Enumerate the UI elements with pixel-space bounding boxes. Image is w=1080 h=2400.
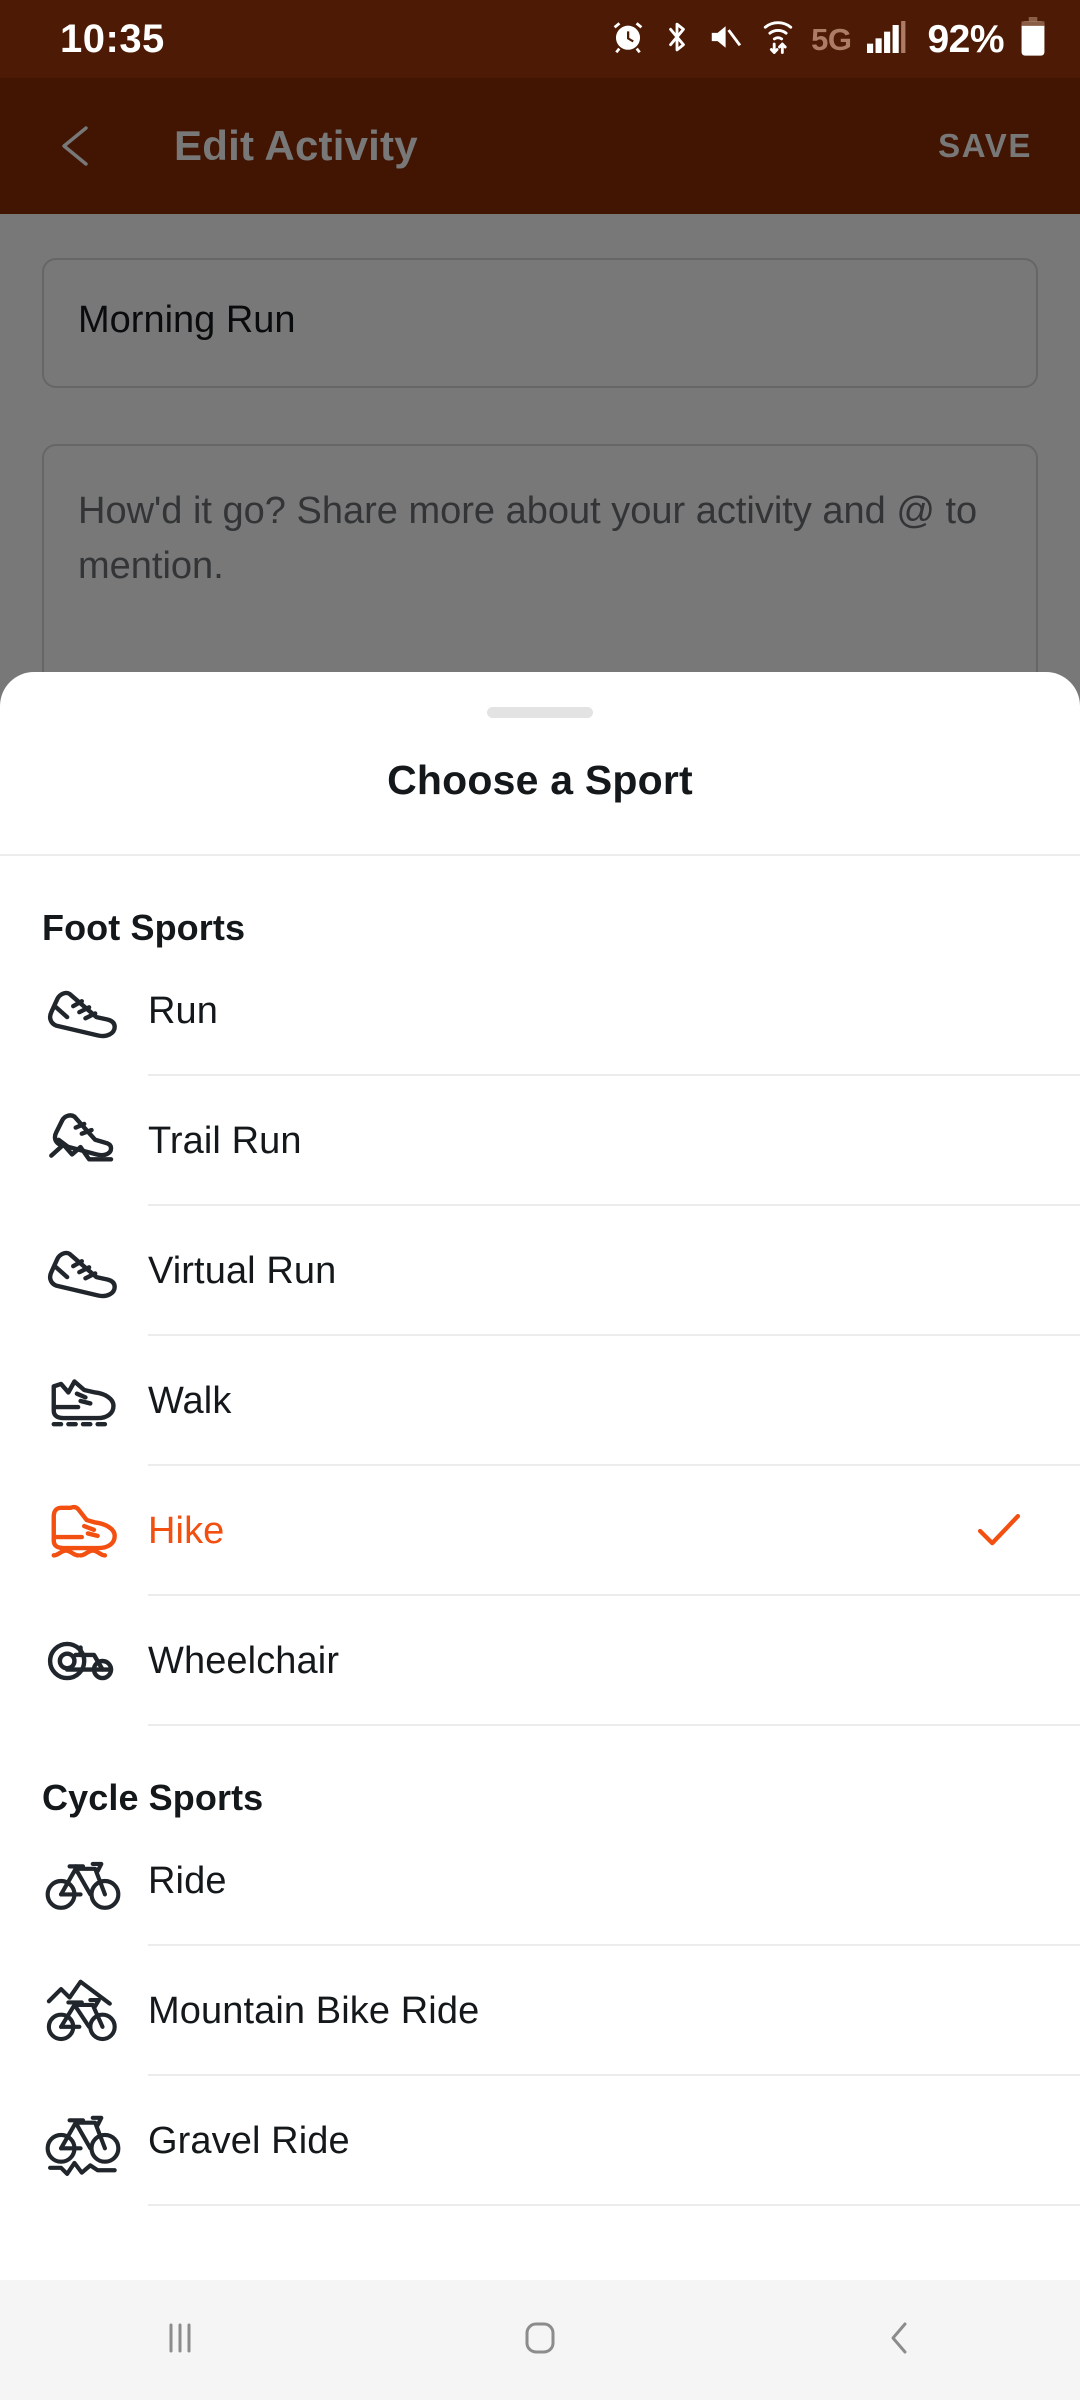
sport-item-hike[interactable]: Hike	[42, 1466, 1080, 1596]
status-bar: 10:35	[0, 0, 1080, 78]
gravel-bike-icon	[42, 2100, 124, 2182]
sport-label: Virtual Run	[148, 1250, 336, 1293]
back-button[interactable]	[720, 2280, 1080, 2400]
sport-item-trail-run[interactable]: Trail Run	[42, 1076, 1080, 1206]
status-icons: 5G 92%	[611, 17, 1046, 62]
sport-item-gravel-ride[interactable]: Gravel Ride	[42, 2076, 1080, 2206]
choose-sport-bottom-sheet: Choose a Sport Foot Sports Run	[0, 672, 1080, 2400]
mute-icon	[709, 20, 745, 59]
sport-label: Gravel Ride	[148, 2120, 350, 2163]
alarm-icon	[611, 20, 645, 59]
sport-item-wheelchair[interactable]: Wheelchair	[42, 1596, 1080, 1726]
trail-shoe-icon	[42, 1100, 124, 1182]
sport-item-mountain-bike-ride[interactable]: Mountain Bike Ride	[42, 1946, 1080, 2076]
battery-percent-label: 92%	[927, 20, 1004, 59]
running-shoe-icon	[42, 970, 124, 1052]
battery-icon	[1020, 17, 1046, 62]
sport-list-foot: Run Trail Run	[0, 946, 1080, 1726]
network-type-label: 5G	[811, 24, 851, 55]
drag-handle[interactable]	[487, 707, 593, 718]
sport-label: Wheelchair	[148, 1640, 339, 1683]
drag-handle-container	[0, 672, 1080, 732]
phone-screen: Edit Activity SAVE Morning Run How'd it …	[0, 0, 1080, 2400]
android-nav-bar	[0, 2280, 1080, 2400]
status-clock: 10:35	[60, 19, 165, 59]
sport-item-virtual-run[interactable]: Virtual Run	[42, 1206, 1080, 1336]
bluetooth-icon	[661, 19, 693, 60]
sheet-title: Choose a Sport	[0, 732, 1080, 801]
home-icon	[518, 2316, 562, 2365]
back-icon	[879, 2317, 921, 2364]
walking-shoe-icon	[42, 1360, 124, 1442]
recents-button[interactable]	[0, 2280, 360, 2400]
recents-icon	[159, 2317, 201, 2364]
sport-label: Ride	[148, 1860, 227, 1903]
row-divider	[148, 1724, 1080, 1726]
mountain-bike-icon	[42, 1970, 124, 2052]
row-divider	[148, 2204, 1080, 2206]
signal-bars-icon	[867, 20, 907, 59]
check-icon	[972, 1504, 1026, 1558]
hiking-boot-icon	[42, 1490, 124, 1572]
sport-label: Walk	[148, 1380, 231, 1423]
sport-list-cycle: Ride	[0, 1816, 1080, 2206]
home-button[interactable]	[360, 2280, 720, 2400]
sport-item-ride[interactable]: Ride	[42, 1816, 1080, 1946]
section-header-cycle-sports: Cycle Sports	[0, 1726, 1080, 1816]
wifi-icon	[761, 18, 795, 61]
sport-item-run[interactable]: Run	[42, 946, 1080, 1076]
wheelchair-icon	[42, 1620, 124, 1702]
sport-item-walk[interactable]: Walk	[42, 1336, 1080, 1466]
sport-label: Mountain Bike Ride	[148, 1990, 479, 2033]
road-bike-icon	[42, 1840, 124, 1922]
section-header-foot-sports: Foot Sports	[0, 856, 1080, 946]
sport-list-scroll[interactable]: Foot Sports Run	[0, 856, 1080, 2356]
running-shoe-icon	[42, 1230, 124, 1312]
sport-label: Hike	[148, 1510, 224, 1553]
sport-label: Run	[148, 990, 218, 1033]
sport-label: Trail Run	[148, 1120, 302, 1163]
